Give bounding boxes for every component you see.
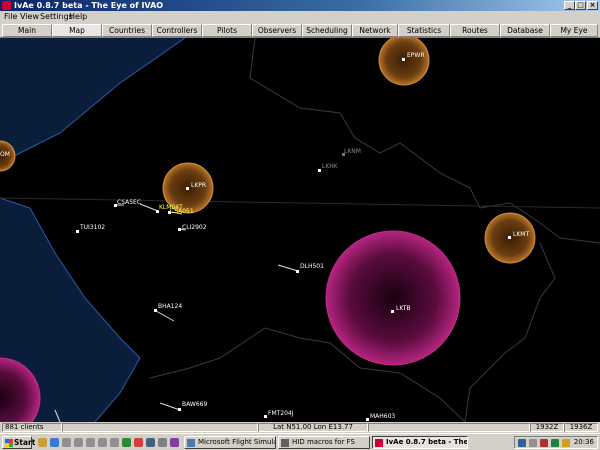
aircraft-label-csa051[interactable]: CSA051 xyxy=(170,208,194,215)
tab-main[interactable]: Main xyxy=(2,24,52,37)
aircraft-label-cli2902[interactable]: CLI2902 xyxy=(182,224,207,231)
aircraft-label-dlh501[interactable]: DLH501 xyxy=(300,263,324,270)
airport-label-epwr[interactable]: EPWR xyxy=(407,52,425,59)
system-tray: 20:36 xyxy=(514,436,598,449)
aircraft-label-mah603[interactable]: MAH603 xyxy=(370,413,395,420)
menu-help[interactable]: Help xyxy=(69,11,87,22)
maximize-button[interactable]: □ xyxy=(575,1,586,10)
title-bar: IvAe 0.8.7 beta - The Eye of IVAO _ □ × xyxy=(0,0,600,11)
window-title: IvAe 0.8.7 beta - The Eye of IVAO xyxy=(14,1,164,10)
quicklaunch-drive-icon[interactable] xyxy=(74,438,83,447)
taskbar-button-hid-macros[interactable]: HID macros for FS xyxy=(278,436,370,449)
country-border-east xyxy=(464,242,556,422)
status-time-local: 1936Z xyxy=(564,423,598,432)
status-clients: 881 clients xyxy=(2,423,62,432)
airport-label-lktb[interactable]: LKTB xyxy=(396,305,411,312)
menu-view[interactable]: View xyxy=(20,11,39,22)
airport-dot-lktb xyxy=(391,310,394,313)
tray-app-icon[interactable] xyxy=(540,439,548,447)
ivae-icon xyxy=(375,439,383,447)
status-position: Lat N51.00 Lon E13.77 xyxy=(258,423,368,432)
quicklaunch-app-icon[interactable] xyxy=(170,438,179,447)
aircraft-label-bha124[interactable]: BHA124 xyxy=(158,303,182,310)
quicklaunch-app-icon[interactable] xyxy=(146,438,155,447)
airport-dot-lkhk xyxy=(318,169,321,172)
tab-pilots[interactable]: Pilots xyxy=(202,24,252,37)
airport-label-lkpr[interactable]: LKPR xyxy=(191,182,206,189)
tray-volume-icon[interactable] xyxy=(529,439,537,447)
quicklaunch-desktop-icon[interactable] xyxy=(50,438,59,447)
airport-label-lknm[interactable]: LKNM xyxy=(344,148,361,155)
taskbar-button-flight-simulator[interactable]: Microsoft Flight Simulator... xyxy=(184,436,276,449)
menu-settings[interactable]: Settings xyxy=(40,11,73,22)
close-button[interactable]: × xyxy=(587,1,598,10)
quicklaunch-folder-icon[interactable] xyxy=(38,438,47,447)
taskbar: Start Microsoft Flight Simulator... HID … xyxy=(0,433,600,450)
taskbar-button-label: IvAe 0.8.7 beta - The ... xyxy=(386,438,468,446)
taskbar-clock[interactable]: 20:36 xyxy=(574,437,594,448)
quicklaunch-drive-icon[interactable] xyxy=(110,438,119,447)
tray-network-icon[interactable] xyxy=(518,439,526,447)
hid-macros-icon xyxy=(281,439,289,447)
taskbar-button-label: Microsoft Flight Simulator... xyxy=(198,438,276,446)
quicklaunch-app-icon[interactable] xyxy=(122,438,131,447)
quicklaunch-drive-icon[interactable] xyxy=(86,438,95,447)
app-icon xyxy=(2,1,11,10)
airport-dot-lkpr xyxy=(186,187,189,190)
airport-label-lkhk[interactable]: LKHK xyxy=(322,163,338,170)
quicklaunch-app-icon[interactable] xyxy=(134,438,143,447)
airport-dot-lkmt xyxy=(508,236,511,239)
aircraft-label-fmt204j[interactable]: FMT204J xyxy=(268,410,294,417)
quicklaunch-drive-icon[interactable] xyxy=(98,438,107,447)
tab-map[interactable]: Map xyxy=(52,24,102,37)
tab-routes[interactable]: Routes xyxy=(450,24,500,37)
map-view[interactable]: EPWR LKPR LKMT LKTB LKNM LKHK OM CSA5EC … xyxy=(0,38,600,422)
tab-scheduling[interactable]: Scheduling xyxy=(302,24,352,37)
quicklaunch-drive-icon[interactable] xyxy=(62,438,71,447)
atc-ring-epwr xyxy=(378,38,430,86)
tab-statistics[interactable]: Statistics xyxy=(398,24,450,37)
tab-network[interactable]: Network xyxy=(352,24,398,37)
taskbar-button-label: HID macros for FS xyxy=(292,438,355,446)
menu-bar: File View Settings Help xyxy=(0,11,600,22)
taskbar-button-ivae[interactable]: IvAe 0.8.7 beta - The ... xyxy=(372,436,468,449)
airport-label-om[interactable]: OM xyxy=(0,151,10,158)
quicklaunch-app-icon[interactable] xyxy=(158,438,167,447)
status-bar: 881 clients Lat N51.00 Lon E13.77 1932Z … xyxy=(0,422,600,433)
minimize-button[interactable]: _ xyxy=(564,1,575,10)
airport-dot-epwr xyxy=(402,58,405,61)
tab-bar: Main Map Countries Controllers Pilots Ob… xyxy=(0,22,600,38)
status-time-utc: 1932Z xyxy=(530,423,564,432)
aircraft-label-tui3102[interactable]: TUI3102 xyxy=(80,224,105,231)
start-button[interactable]: Start xyxy=(2,436,36,449)
tray-app-icon[interactable] xyxy=(562,439,570,447)
airport-label-lkmt[interactable]: LKMT xyxy=(513,231,529,238)
aircraft-label-baw669[interactable]: BAW669 xyxy=(182,401,207,408)
start-label: Start xyxy=(14,438,36,447)
tray-app-icon[interactable] xyxy=(551,439,559,447)
tab-my-eye[interactable]: My Eye xyxy=(550,24,598,37)
tab-controllers[interactable]: Controllers xyxy=(152,24,202,37)
windows-flag-icon xyxy=(5,439,13,447)
tab-countries[interactable]: Countries xyxy=(102,24,152,37)
aircraft-label-csa5ec[interactable]: CSA5EC xyxy=(117,199,141,206)
status-empty-panel xyxy=(62,423,258,432)
tab-observers[interactable]: Observers xyxy=(252,24,302,37)
tab-database[interactable]: Database xyxy=(500,24,550,37)
menu-file[interactable]: File xyxy=(4,11,17,22)
flight-simulator-icon xyxy=(187,439,195,447)
status-empty-panel-2 xyxy=(368,423,530,432)
approach-ring-lktb xyxy=(325,230,461,366)
